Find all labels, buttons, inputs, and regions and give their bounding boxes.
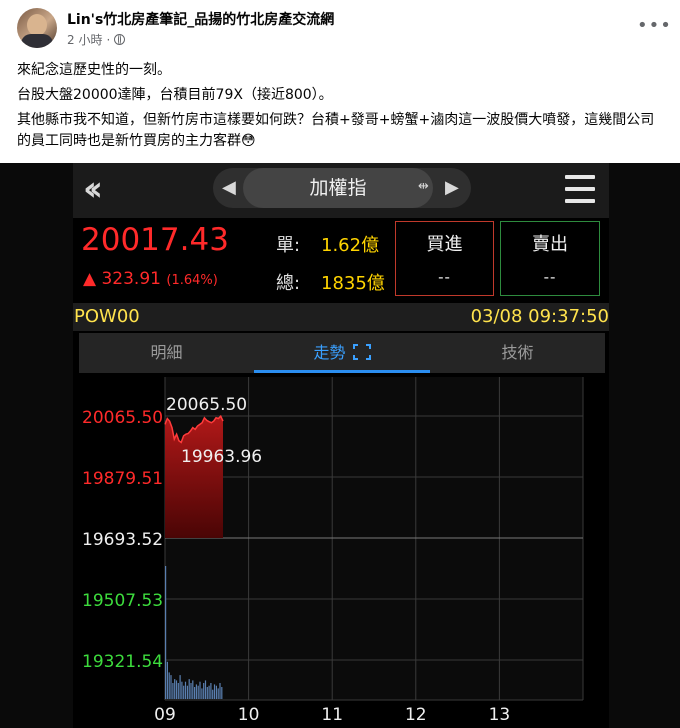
post-meta: 2 小時 · [67, 31, 126, 48]
post-image[interactable]: ‹‹ ◀ 加權指 ⇹ ▶ 20017.43 ▲ 323.91 (1.64%) 單… [0, 163, 680, 728]
caret-right-icon[interactable]: ▶ [445, 177, 459, 198]
volume-bar [204, 680, 207, 699]
author-name[interactable]: Lin's竹北房產筆記_品揚的竹北房產交流網 [67, 9, 334, 29]
volume-bar [190, 683, 192, 699]
total-volume-label: 總: [276, 273, 301, 294]
post-paragraph: 其他縣市我不知道，但新竹房市這樣要如何跌？台積+發哥+螃蟹+滷肉這一波股價大噴發… [17, 112, 655, 149]
volume-bar [215, 685, 217, 699]
quote-timestamp: 03/08 09:37:50 [470, 306, 609, 327]
post-paragraph: 來紀念這歷史性的一刻。 [17, 62, 171, 78]
x-tick-label: 11 [321, 705, 343, 725]
y-tick-label: 20065.50 [82, 408, 163, 428]
volume-bar [177, 683, 179, 699]
tab-details[interactable]: 明細 [79, 333, 254, 373]
y-tick-label: 19321.54 [82, 652, 163, 672]
caret-left-icon[interactable]: ◀ [222, 177, 236, 198]
volume-bar [197, 685, 199, 699]
x-tick-label: 13 [489, 705, 511, 725]
stock-app-screenshot: ‹‹ ◀ 加權指 ⇹ ▶ 20017.43 ▲ 323.91 (1.64%) 單… [73, 163, 609, 728]
x-tick-label: 09 [154, 705, 176, 725]
sell-button[interactable]: 賣出 -- [500, 221, 600, 296]
info-bar: POW00 03/08 09:37:50 [73, 303, 609, 331]
total-volume-value: 1835億 [321, 273, 385, 294]
volume-bar [175, 680, 178, 699]
volume-bar [181, 681, 183, 699]
post-paragraph: 台股大盤20000達陣，台積目前79X（接近800）。 [17, 87, 333, 103]
volume-bar [179, 675, 181, 699]
volume-bar [188, 679, 190, 699]
volume-bar [210, 683, 212, 699]
expand-icon[interactable] [352, 344, 371, 360]
y-tick-label: 19693.52 [82, 530, 163, 550]
index-selector[interactable]: ◀ 加權指 ⇹ ▶ [213, 168, 471, 208]
volume-bar [199, 681, 201, 699]
volume-bar [186, 685, 188, 699]
y-tick-label: 19879.51 [82, 469, 163, 489]
post-header: Lin's竹北房產筆記_品揚的竹北房產交流網 2 小時 · ••• [0, 0, 680, 56]
y-tick-label: 19507.53 [82, 591, 163, 611]
buy-button[interactable]: 買進 -- [395, 221, 494, 296]
volume-bar [206, 687, 208, 699]
index-title: 加權指 [309, 177, 367, 199]
volume-bar [203, 683, 205, 699]
volume-bar [174, 679, 176, 699]
double-chevron-left-icon[interactable]: ‹‹ [83, 169, 123, 209]
globe-icon [114, 34, 126, 45]
quote-panel: 20017.43 ▲ 323.91 (1.64%) 單: 1.62億 總: 18… [73, 218, 609, 298]
volume-bar [172, 683, 174, 699]
more-options-button[interactable]: ••• [637, 14, 671, 38]
volume-bar [221, 687, 223, 699]
single-volume-label: 單: [276, 235, 301, 256]
volume-bar [194, 687, 196, 699]
hamburger-menu-icon[interactable] [565, 175, 595, 203]
app-topbar: ‹‹ ◀ 加權指 ⇹ ▶ [73, 163, 609, 218]
x-tick-label: 12 [405, 705, 427, 725]
volume-bar [219, 683, 221, 699]
index-price: 20017.43 [81, 222, 229, 258]
volume-bar [213, 684, 216, 699]
volume-bar [217, 688, 219, 699]
tab-technical[interactable]: 技術 [430, 333, 605, 373]
volume-bar [212, 689, 214, 699]
volume-bar [166, 661, 168, 699]
volume-bar [183, 685, 185, 699]
post-time[interactable]: 2 小時 [67, 31, 102, 48]
volume-bar [168, 672, 170, 699]
single-volume-value: 1.62億 [321, 235, 380, 256]
volume-bar [170, 675, 172, 699]
volume-bar [208, 685, 210, 699]
volume-bar [201, 688, 203, 699]
volume-bar [165, 566, 167, 699]
low-label: 19963.96 [181, 447, 262, 467]
view-tabs: 明細 走勢 技術 [79, 333, 605, 373]
x-tick-label: 10 [238, 705, 260, 725]
price-change: ▲ 323.91 (1.64%) [83, 269, 218, 289]
symbol-code: POW00 [74, 306, 140, 327]
post-body: 來紀念這歷史性的一刻。 台股大盤20000達陣，台積目前79X（接近800）。 … [17, 60, 667, 156]
high-label: 20065.50 [166, 395, 247, 415]
volume-bar [195, 684, 197, 699]
volume-bar [192, 680, 194, 699]
tab-trend[interactable]: 走勢 [254, 333, 430, 373]
volume-bar [184, 681, 187, 699]
avatar[interactable] [17, 8, 57, 48]
intraday-chart[interactable]: 09 10 11 12 13 20065.50 19879.51 19693.52 19507.… [73, 373, 609, 728]
compress-icon[interactable]: ⇹ [418, 179, 429, 194]
